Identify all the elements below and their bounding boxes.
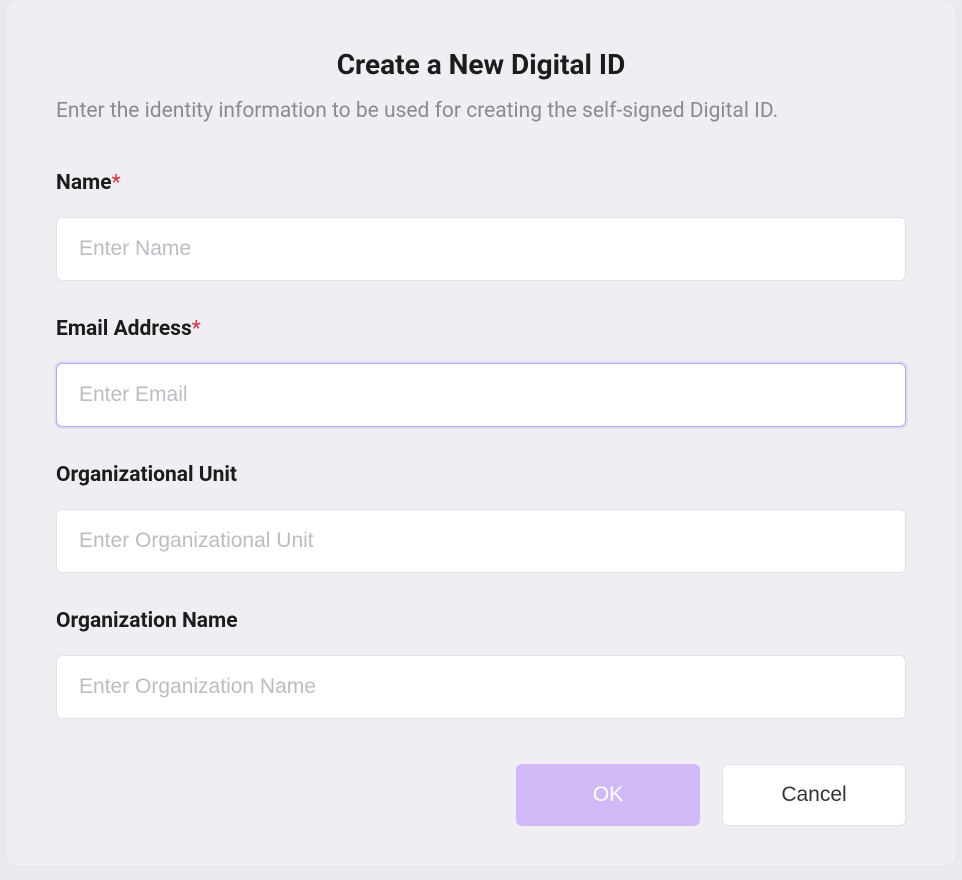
cancel-button[interactable]: Cancel	[722, 764, 906, 826]
email-field-group: Email Address*	[56, 317, 906, 427]
org-unit-label: Organizational Unit	[56, 463, 906, 487]
email-input[interactable]	[56, 363, 906, 427]
name-label-text: Name	[56, 171, 112, 195]
email-label: Email Address*	[56, 317, 906, 341]
org-unit-field-group: Organizational Unit	[56, 463, 906, 573]
org-name-field-group: Organization Name	[56, 609, 906, 719]
org-name-input[interactable]	[56, 655, 906, 719]
create-digital-id-dialog: Create a New Digital ID Enter the identi…	[6, 0, 956, 866]
ok-button[interactable]: OK	[516, 764, 700, 826]
org-name-label-text: Organization Name	[56, 609, 238, 633]
name-required-marker: *	[112, 171, 121, 195]
email-label-text: Email Address	[56, 317, 192, 341]
name-field-group: Name*	[56, 171, 906, 281]
dialog-button-row: OK Cancel	[516, 764, 906, 826]
name-label: Name*	[56, 171, 906, 195]
org-name-label: Organization Name	[56, 609, 906, 633]
org-unit-label-text: Organizational Unit	[56, 463, 237, 487]
dialog-title: Create a New Digital ID	[56, 48, 906, 81]
org-unit-input[interactable]	[56, 509, 906, 573]
dialog-subtitle: Enter the identity information to be use…	[56, 99, 906, 123]
name-input[interactable]	[56, 217, 906, 281]
email-required-marker: *	[192, 317, 201, 341]
